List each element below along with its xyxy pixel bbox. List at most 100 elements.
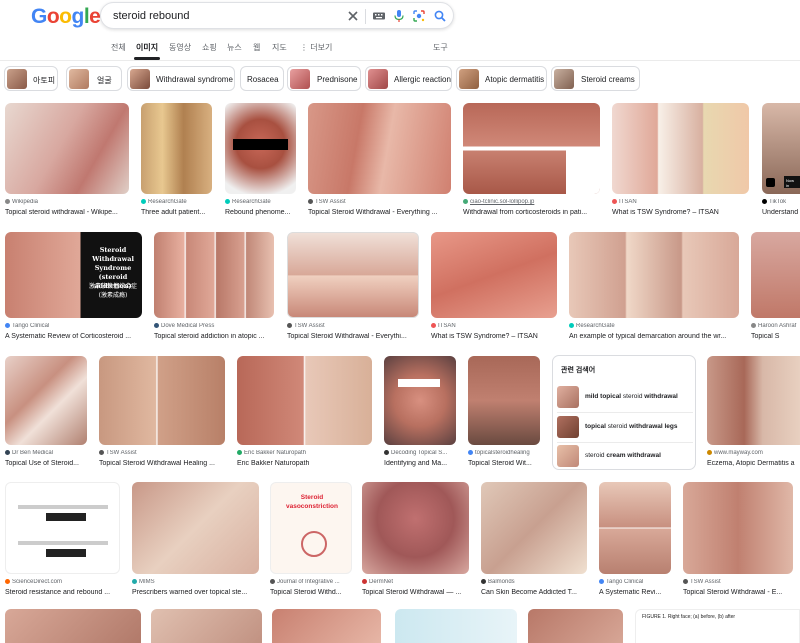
image-result[interactable] xyxy=(151,609,263,643)
image-result[interactable]: MIMS Prescribers warned over topical ste… xyxy=(132,482,260,600)
tab-videos[interactable]: 동영상 xyxy=(169,42,191,53)
result-title[interactable]: Eczema, Atopic Dermatitis a xyxy=(707,460,800,467)
result-thumbnail[interactable] xyxy=(154,232,274,318)
image-result[interactable]: topicalsteroidhealing Topical Steroid Wi… xyxy=(468,356,541,471)
image-result[interactable]: Now in TikTok Understand xyxy=(762,103,800,219)
tab-all[interactable]: 전체 xyxy=(111,42,126,53)
result-thumbnail[interactable] xyxy=(569,232,739,318)
chip-allergic-reaction[interactable]: Allergic reaction xyxy=(365,66,452,91)
image-result[interactable]: TSW Assist Topical Steroid Withdrawal - … xyxy=(308,103,452,219)
google-logo[interactable]: Google xyxy=(31,5,101,29)
result-title[interactable]: Topical Steroid Withdrawal Healing ... xyxy=(99,460,226,467)
image-result[interactable]: TSW Assist Topical Steroid Withdrawal He… xyxy=(99,356,226,471)
related-item[interactable]: topical steroid withdrawal legs xyxy=(557,416,693,438)
result-title[interactable]: Identifying and Ma... xyxy=(384,460,457,467)
tab-shopping[interactable]: 쇼핑 xyxy=(202,42,217,53)
image-result[interactable]: Eric Bakker Naturopath Eric Bakker Natur… xyxy=(237,356,373,471)
image-result[interactable] xyxy=(395,609,518,643)
chip-atopy[interactable]: 아토피 xyxy=(4,66,58,91)
image-result[interactable]: ciao-tclinic.sol-lollipop.jp Withdrawal … xyxy=(463,103,601,219)
result-title[interactable]: Topical Steroid Withdrawal - Everything … xyxy=(308,209,452,216)
chip-face[interactable]: 얼굴 xyxy=(66,66,122,91)
result-title[interactable]: What is TSW Syndrome? – ITSAN xyxy=(431,333,558,340)
result-title[interactable]: Topical Steroid Withdrawal - E... xyxy=(683,589,800,596)
image-result[interactable]: www.mayway.com Eczema, Atopic Dermatitis… xyxy=(707,356,800,471)
result-title[interactable]: A Systematic Review of Corticosteroid ..… xyxy=(5,333,143,340)
chip-rosacea[interactable]: Rosacea xyxy=(240,66,284,91)
result-thumbnail[interactable] xyxy=(751,232,800,318)
result-thumbnail[interactable] xyxy=(151,609,262,643)
result-title[interactable]: Topical steroid addiction in atopic ... xyxy=(154,333,275,340)
result-title[interactable]: A Systematic Revi... xyxy=(599,589,672,596)
result-thumbnail[interactable] xyxy=(481,482,587,574)
tab-web[interactable]: 웹 xyxy=(253,42,260,53)
result-thumbnail[interactable] xyxy=(468,356,540,445)
keyboard-icon[interactable] xyxy=(372,9,386,23)
result-thumbnail[interactable] xyxy=(99,356,225,445)
result-title[interactable]: Rebound phenome... xyxy=(225,209,297,216)
image-result[interactable]: ResearchGate An example of typical demar… xyxy=(569,232,740,344)
result-thumbnail[interactable]: Now in xyxy=(762,103,800,194)
result-title[interactable]: Topical Steroid Withd... xyxy=(270,589,353,596)
image-result[interactable]: Haroon Ashraf Topical S xyxy=(751,232,800,344)
image-result[interactable] xyxy=(272,609,382,643)
result-thumbnail[interactable] xyxy=(141,103,212,194)
tab-images[interactable]: 이미지 xyxy=(136,42,158,53)
search-input[interactable]: steroid rebound xyxy=(113,10,189,22)
chip-steroid-creams[interactable]: Steroid creams xyxy=(551,66,640,91)
related-item[interactable]: steroid cream withdrawal xyxy=(557,445,693,467)
result-thumbnail[interactable]: Steroid Withdrawal Syndrome (steroid add… xyxy=(5,232,142,318)
image-result[interactable]: Dove Medical Press Topical steroid addic… xyxy=(154,232,275,344)
result-title[interactable]: Topical S xyxy=(751,333,800,340)
result-thumbnail[interactable]: Steroid vasoconstriction xyxy=(270,482,352,574)
result-title[interactable]: Withdrawal from corticosteroids in pati.… xyxy=(463,209,601,216)
image-result[interactable]: Tango Clinical A Systematic Revi... xyxy=(599,482,672,600)
search-icon[interactable] xyxy=(433,9,447,23)
result-title[interactable]: Prescribers warned over topical ste... xyxy=(132,589,260,596)
result-title[interactable]: Topical Steroid Withdrawal - Everythi... xyxy=(287,333,420,340)
image-result[interactable] xyxy=(528,609,624,643)
image-result[interactable]: ResearchGate Three adult patient... xyxy=(141,103,213,219)
result-thumbnail[interactable] xyxy=(5,356,87,445)
result-title[interactable]: Can Skin Become Addicted T... xyxy=(481,589,588,596)
result-title[interactable]: Topical steroid withdrawal - Wikipe... xyxy=(5,209,130,216)
result-thumbnail[interactable]: FIGURE 1. Right face; (a) before, (b) af… xyxy=(635,609,800,643)
image-result[interactable]: FIGURE 1. Right face; (a) before, (b) af… xyxy=(635,609,800,643)
lens-icon[interactable] xyxy=(412,9,426,23)
chip-prednisone[interactable]: Prednisone xyxy=(287,66,361,91)
image-result[interactable]: Wikipedia Topical steroid withdrawal - W… xyxy=(5,103,130,219)
tab-maps[interactable]: 지도 xyxy=(272,42,287,53)
result-thumbnail[interactable] xyxy=(463,103,600,194)
result-thumbnail[interactable] xyxy=(612,103,749,194)
result-thumbnail[interactable] xyxy=(599,482,671,574)
result-thumbnail[interactable] xyxy=(5,609,141,643)
image-result[interactable]: Steroid vasoconstriction Journal of Inte… xyxy=(270,482,353,600)
close-icon[interactable] xyxy=(346,9,360,23)
result-thumbnail[interactable] xyxy=(287,232,419,318)
tab-more[interactable]: ⋮ 더보기 xyxy=(300,42,332,53)
result-thumbnail[interactable] xyxy=(272,609,381,643)
result-thumbnail[interactable] xyxy=(707,356,800,445)
result-thumbnail[interactable] xyxy=(431,232,557,318)
result-thumbnail[interactable] xyxy=(528,609,623,643)
image-result[interactable]: Dr Ben Medical Topical Use of Steroid... xyxy=(5,356,88,471)
result-thumbnail[interactable] xyxy=(362,482,469,574)
result-title[interactable]: Topical Use of Steroid... xyxy=(5,460,88,467)
result-thumbnail[interactable] xyxy=(384,356,456,445)
result-thumbnail[interactable] xyxy=(5,103,129,194)
tab-tools[interactable]: 도구 xyxy=(433,42,448,53)
image-result[interactable]: TSW Assist Topical Steroid Withdrawal - … xyxy=(683,482,800,600)
result-thumbnail[interactable] xyxy=(132,482,259,574)
result-thumbnail[interactable] xyxy=(395,609,517,643)
result-thumbnail[interactable] xyxy=(225,103,296,194)
image-result[interactable]: ITSAN What is TSW Syndrome? – ITSAN xyxy=(431,232,558,344)
result-title[interactable]: Steroid resistance and rebound ... xyxy=(5,589,121,596)
image-result[interactable]: ScienceDirect.com Steroid resistance and… xyxy=(5,482,121,600)
tab-news[interactable]: 뉴스 xyxy=(227,42,242,53)
result-thumbnail[interactable] xyxy=(237,356,372,445)
result-title[interactable]: Understand xyxy=(762,209,800,216)
result-thumbnail[interactable] xyxy=(308,103,451,194)
image-result[interactable]: Decoding Topical S... Identifying and Ma… xyxy=(384,356,457,471)
search-box[interactable]: steroid rebound xyxy=(100,2,454,29)
microphone-icon[interactable] xyxy=(392,9,406,23)
